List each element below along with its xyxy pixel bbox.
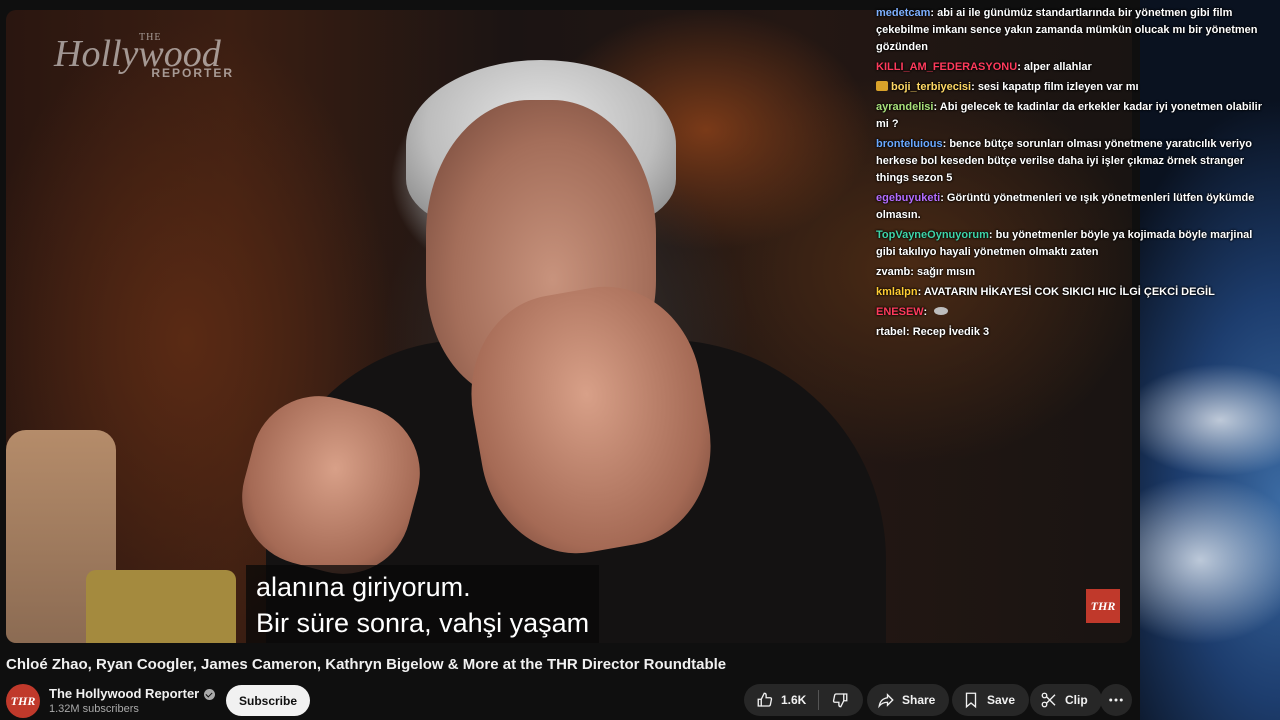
chat-username: bronteluious [876, 138, 943, 150]
chat-message: TopVayneOynuyorum: bu yönetmenler böyle … [872, 226, 1272, 263]
save-label: Save [987, 693, 1016, 707]
chat-text: : sağır mısın [910, 266, 976, 278]
chat-message: ayrandelisi: Abi gelecek te kadinlar da … [872, 98, 1272, 135]
scissors-icon [1041, 692, 1056, 708]
chat-username: zvamb [876, 266, 911, 278]
channel-text: The Hollywood Reporter 1.32M subscribers [49, 686, 216, 716]
like-count: 1.6K [781, 693, 807, 707]
clip-button[interactable]: Clip [1030, 684, 1102, 716]
chat-username: rtabel [876, 326, 906, 338]
channel-avatar[interactable]: THR [6, 684, 40, 718]
like-button[interactable]: 1.6K [744, 684, 818, 716]
more-horizontal-icon [1109, 698, 1123, 702]
video-title: Chloé Zhao, Ryan Coogler, James Cameron,… [6, 656, 727, 673]
channel-name-row: The Hollywood Reporter [49, 686, 216, 702]
subscriber-count: 1.32M subscribers [49, 703, 139, 715]
chat-text: : AVATARIN HİKAYESİ COK SIKICI HIC İLGİ … [917, 286, 1215, 298]
caption-line-1: alanına giriyorum. [256, 572, 471, 602]
share-icon [878, 693, 894, 709]
video-scene-pillow [86, 570, 236, 643]
dislike-button[interactable] [819, 684, 863, 716]
chat-username: kmlalpn [876, 286, 918, 298]
thr-corner-logo: THR [1086, 589, 1120, 623]
youtube-watch-page: THE Hollywood REPORTER THR alanına giriy… [0, 0, 1280, 720]
chat-message: KILLI_AM_FEDERASYONU: alper allahlar [872, 58, 1272, 78]
emote-icon [934, 307, 949, 315]
chat-username: ENESEW [876, 306, 924, 318]
share-button[interactable]: Share [867, 684, 950, 716]
chat-message: ENESEW: [872, 303, 1272, 323]
chat-message: kmlalpn: AVATARIN HİKAYESİ COK SIKICI HI… [872, 283, 1272, 303]
chat-text: : sesi kapatıp film izleyen var mı [971, 81, 1139, 93]
chat-username: ayrandelisi [876, 101, 934, 113]
channel-name[interactable]: The Hollywood Reporter [49, 686, 199, 702]
hollywood-reporter-watermark: THE Hollywood REPORTER [54, 32, 244, 80]
verified-check-icon [204, 688, 216, 700]
chat-username: medetcam [876, 7, 931, 19]
more-actions-button[interactable] [1100, 684, 1132, 716]
chat-message: zvamb: sağır mısın [872, 263, 1272, 283]
chat-text: : abi ai ile günümüz standartlarında bir… [876, 7, 1258, 53]
chat-message: boji_terbiyecisi: sesi kapatıp film izle… [872, 78, 1272, 98]
watermark-the: THE [139, 32, 162, 43]
chat-message: rtabel: Recep İvedik 3 [872, 323, 1272, 343]
chat-text: : [923, 306, 931, 318]
chat-message: egebuyuketi: Görüntü yönetmenleri ve ışı… [872, 189, 1272, 226]
chat-username: egebuyuketi [876, 192, 941, 204]
clip-label: Clip [1065, 693, 1088, 707]
like-dislike-group: 1.6K [744, 684, 864, 716]
chat-message: medetcam: abi ai ile günümüz standartlar… [872, 4, 1272, 58]
channel-info: THR The Hollywood Reporter 1.32M subscri… [6, 684, 216, 718]
share-label: Share [902, 693, 936, 707]
video-captions: alanına giriyorum. Bir süre sonra, vahşi… [246, 565, 600, 643]
live-chat-overlay: medetcam: abi ai ile günümüz standartlar… [872, 4, 1272, 343]
chat-username: KILLI_AM_FEDERASYONU [876, 61, 1018, 73]
chat-username: boji_terbiyecisi [891, 81, 972, 93]
subscribe-button[interactable]: Subscribe [226, 685, 311, 716]
chat-text: : alper allahlar [1017, 61, 1092, 73]
save-button[interactable]: Save [952, 684, 1030, 716]
chat-text: : Abi gelecek te kadinlar da erkekler ka… [876, 101, 1262, 130]
thumbs-up-icon [757, 692, 773, 707]
chat-text: : Recep İvedik 3 [905, 326, 990, 338]
chat-username: TopVayneOynuyorum [876, 229, 989, 241]
thumbs-down-icon [833, 693, 848, 708]
subscriber-badge-icon [876, 81, 888, 91]
chat-message: bronteluious: bence bütçe sorunları olma… [872, 135, 1272, 189]
caption-line-2: Bir süre sonra, vahşi yaşam [256, 608, 590, 638]
bookmark-icon [965, 692, 977, 709]
